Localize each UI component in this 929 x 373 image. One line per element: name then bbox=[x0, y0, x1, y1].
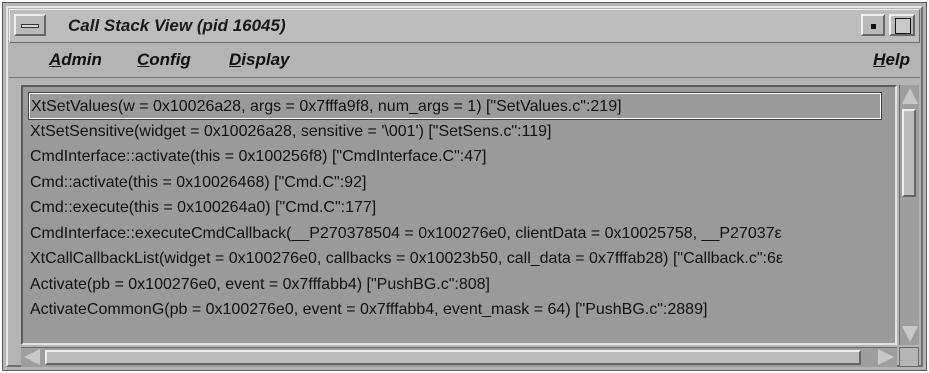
horizontal-scroll-thumb[interactable] bbox=[45, 350, 861, 365]
scroll-down-arrow-icon[interactable] bbox=[902, 326, 918, 342]
menu-help-mnemonic: H bbox=[873, 50, 886, 69]
scroll-left-arrow-icon[interactable] bbox=[24, 349, 40, 365]
menu-bar: Admin Config Display Help bbox=[9, 43, 920, 78]
menu-admin-label: dmin bbox=[61, 50, 102, 69]
call-stack-frames: XtSetValues(w = 0x10026a28, args = 0x7ff… bbox=[28, 92, 891, 323]
menu-display-label: isplay bbox=[241, 50, 290, 69]
menu-display-mnemonic: D bbox=[229, 50, 242, 69]
horizontal-scrollbar[interactable] bbox=[21, 347, 897, 367]
stack-frame-row[interactable]: CmdInterface::executeCmdCallback(__P2703… bbox=[29, 221, 891, 247]
stack-frame-row[interactable]: Cmd::execute(this = 0x100264a0) ["Cmd.C"… bbox=[29, 195, 891, 221]
maximize-button[interactable] bbox=[889, 14, 915, 36]
menu-config-label: onfig bbox=[149, 50, 191, 69]
stack-frame-row[interactable]: CmdInterface::activate(this = 0x100256f8… bbox=[29, 144, 891, 170]
call-stack-list[interactable]: XtSetValues(w = 0x10026a28, args = 0x7ff… bbox=[21, 85, 897, 345]
stack-frame-row[interactable]: XtCallCallbackList(widget = 0x100276e0, … bbox=[29, 246, 891, 272]
call-stack-window: Call Stack View (pid 16045) Admin Config… bbox=[2, 2, 927, 371]
stack-frame-row[interactable]: Activate(pb = 0x100276e0, event = 0x7fff… bbox=[29, 272, 891, 298]
menu-help-label: elp bbox=[885, 50, 910, 69]
title-bar[interactable]: Call Stack View (pid 16045) bbox=[9, 9, 920, 43]
menu-config-mnemonic: C bbox=[137, 50, 150, 69]
scroll-right-arrow-icon[interactable] bbox=[878, 349, 894, 365]
minimize-button[interactable] bbox=[861, 14, 885, 36]
vertical-scrollbar[interactable] bbox=[899, 85, 919, 345]
window-menu-icon bbox=[21, 24, 39, 28]
menu-config[interactable]: Config bbox=[137, 50, 191, 70]
minimize-icon bbox=[871, 24, 876, 29]
stack-frame-row[interactable]: Cmd::activate(this = 0x10026468) ["Cmd.C… bbox=[29, 170, 891, 196]
stack-frame-row[interactable]: XtSetValues(w = 0x10026a28, args = 0x7ff… bbox=[28, 92, 882, 120]
stack-frame-row[interactable]: ActivateCommonG(pb = 0x100276e0, event =… bbox=[29, 297, 891, 323]
menu-help[interactable]: Help bbox=[873, 50, 910, 70]
vertical-scroll-thumb[interactable] bbox=[902, 109, 916, 197]
menu-display[interactable]: Display bbox=[229, 50, 289, 70]
window-menu-button[interactable] bbox=[14, 14, 46, 36]
maximize-icon bbox=[895, 18, 911, 34]
stack-frame-row[interactable]: XtSetSensitive(widget = 0x10026a28, sens… bbox=[29, 119, 891, 145]
window-title: Call Stack View (pid 16045) bbox=[68, 16, 286, 35]
menu-admin-mnemonic: A bbox=[49, 50, 62, 69]
menu-admin[interactable]: Admin bbox=[49, 50, 102, 70]
scroll-up-arrow-icon[interactable] bbox=[902, 88, 918, 104]
scrollbar-corner bbox=[899, 347, 919, 367]
